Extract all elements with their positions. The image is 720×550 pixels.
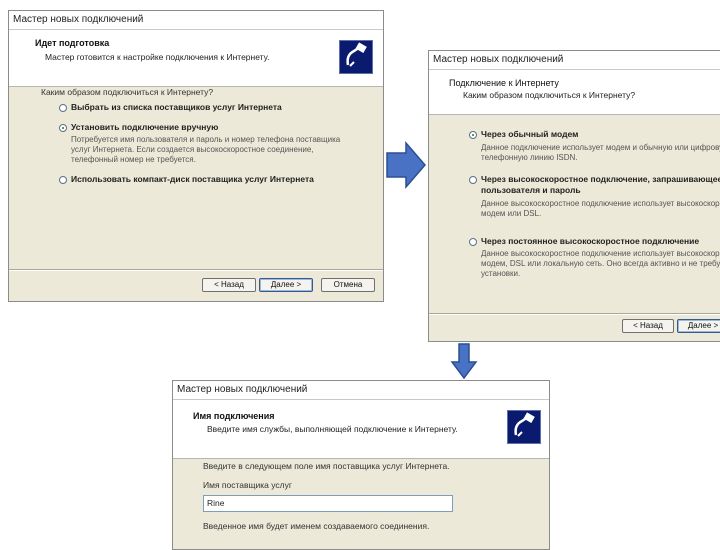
isp-name-input[interactable]: Rine bbox=[203, 495, 453, 512]
option-broadband-login-radio[interactable] bbox=[469, 176, 477, 184]
window-title: Мастер новых подключений bbox=[9, 11, 383, 30]
wizard-window-3: Мастер новых подключений Имя подключения… bbox=[172, 380, 550, 550]
option-broadband-login-description: Данное высокоскоростное подключение испо… bbox=[481, 199, 720, 218]
header-title: Подключение к Интернету bbox=[449, 78, 559, 88]
window-title: Мастер новых подключений bbox=[429, 51, 720, 70]
header-title: Имя подключения bbox=[193, 411, 275, 421]
option-broadband-always-label[interactable]: Через постоянное высокоскоростное подклю… bbox=[481, 236, 699, 246]
wizard-window-2: Мастер новых подключений Подключение к И… bbox=[428, 50, 720, 342]
next-button[interactable]: Далее > bbox=[259, 278, 313, 292]
wizard-header: Идет подготовка Мастер готовится к настр… bbox=[9, 30, 383, 87]
option-broadband-login-label[interactable]: Через высокоскоростное подключение, запр… bbox=[481, 174, 720, 196]
question-text: Каким образом подключиться к Интернету? bbox=[41, 87, 214, 97]
option-broadband-always-radio[interactable] bbox=[469, 238, 477, 246]
prompt-text: Введите в следующем поле имя поставщика … bbox=[203, 461, 450, 471]
back-button[interactable]: < Назад bbox=[622, 319, 674, 333]
option-isp-list-label[interactable]: Выбрать из списка поставщиков услуг Инте… bbox=[71, 102, 282, 112]
header-subtitle: Введите имя службы, выполняющей подключе… bbox=[207, 424, 458, 434]
field-label: Имя поставщика услуг bbox=[203, 480, 292, 490]
arrow-down-icon bbox=[450, 343, 478, 380]
header-title: Идет подготовка bbox=[35, 38, 110, 48]
wizard-header: Подключение к Интернету Каким образом по… bbox=[429, 70, 720, 115]
network-cable-icon bbox=[507, 410, 541, 444]
header-subtitle: Мастер готовится к настройке подключения… bbox=[45, 52, 270, 62]
footer-divider bbox=[9, 269, 383, 271]
option-broadband-always-description: Данное высокоскоростное подключение испо… bbox=[481, 249, 720, 278]
header-subtitle: Каким образом подключиться к Интернету? bbox=[463, 90, 636, 100]
option-dialup-description: Данное подключение использует модем и об… bbox=[481, 143, 720, 162]
wizard-header: Имя подключения Введите имя службы, выпо… bbox=[173, 400, 549, 459]
next-button[interactable]: Далее > bbox=[677, 319, 720, 333]
option-cd-radio[interactable] bbox=[59, 176, 67, 184]
option-dialup-label[interactable]: Через обычный модем bbox=[481, 129, 578, 139]
back-button[interactable]: < Назад bbox=[202, 278, 256, 292]
option-manual-label[interactable]: Установить подключение вручную bbox=[71, 122, 218, 132]
option-manual-description: Потребуется имя пользователя и пароль и … bbox=[71, 135, 341, 164]
footer-divider bbox=[429, 313, 720, 315]
option-isp-list-radio[interactable] bbox=[59, 104, 67, 112]
cancel-button[interactable]: Отмена bbox=[321, 278, 375, 292]
network-cable-icon bbox=[339, 40, 373, 74]
arrow-right-icon bbox=[386, 140, 426, 190]
option-dialup-radio[interactable] bbox=[469, 131, 477, 139]
window-title: Мастер новых подключений bbox=[173, 381, 549, 400]
footnote-text: Введенное имя будет именем создаваемого … bbox=[203, 521, 430, 531]
option-manual-radio[interactable] bbox=[59, 124, 67, 132]
wizard-window-1: Мастер новых подключений Идет подготовка… bbox=[8, 10, 384, 302]
option-cd-label[interactable]: Использовать компакт-диск поставщика усл… bbox=[71, 174, 314, 184]
